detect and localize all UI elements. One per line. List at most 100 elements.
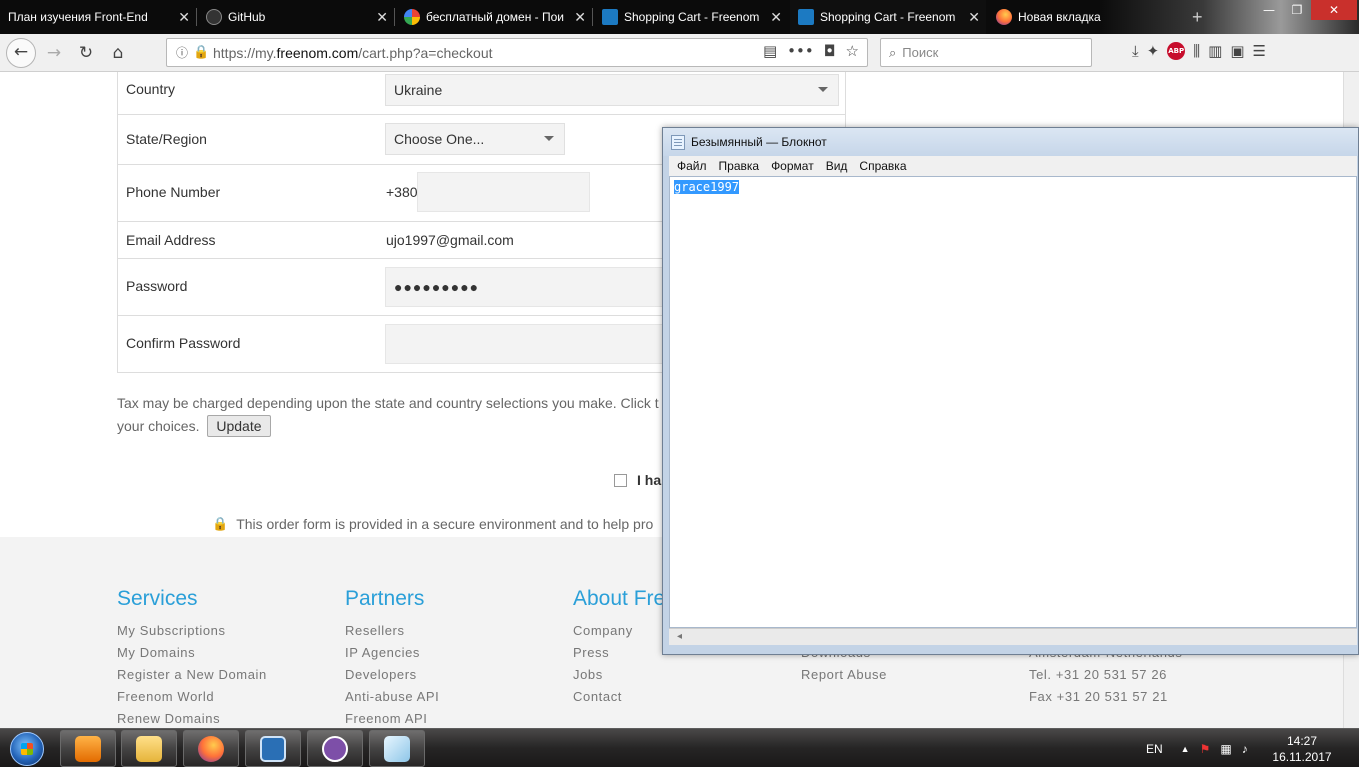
close-tab-icon[interactable]: ✕	[376, 9, 388, 26]
confirm-password-label: Confirm Password	[126, 335, 241, 351]
tab-google-search[interactable]: бесплатный домен - Пои ✕	[396, 0, 592, 34]
footer-link[interactable]: Press	[573, 642, 665, 664]
new-tab-button[interactable]: +	[1184, 0, 1210, 34]
adblock-plus-icon[interactable]: ABP	[1167, 42, 1186, 60]
agree-terms[interactable]: I ha	[614, 472, 661, 488]
window-controls: — ❐ ✕	[1255, 0, 1357, 20]
tab-front-end-plan[interactable]: План изучения Front-End ✕	[0, 0, 196, 34]
footer-link[interactable]: Register a New Domain	[117, 664, 267, 686]
download-icon[interactable]: ⤓	[1132, 42, 1139, 60]
menu-file[interactable]: Файл	[671, 156, 713, 176]
network-icon[interactable]: ▦	[1220, 742, 1231, 756]
close-tab-icon[interactable]: ✕	[968, 9, 980, 26]
pocket-icon[interactable]: ◘	[824, 42, 836, 60]
minimize-icon[interactable]: —	[1255, 0, 1283, 20]
taskbar-brackets[interactable]	[245, 730, 301, 767]
footer-link[interactable]: Report Abuse	[801, 664, 887, 686]
footer-fax: Fax +31 20 531 57 21	[1029, 689, 1168, 704]
tab-title: GitHub	[228, 10, 266, 24]
menu-help[interactable]: Справка	[853, 156, 912, 176]
state-select[interactable]: Choose One...	[385, 123, 565, 155]
tax-note-text: Tax may be charged depending upon the st…	[117, 395, 659, 411]
back-arrow-icon[interactable]: ←	[6, 38, 36, 68]
home-icon[interactable]: ⌂	[104, 40, 132, 66]
url-text: https://my.freenom.com/cart.php?a=checko…	[213, 44, 493, 61]
footer-link[interactable]: Company	[573, 620, 665, 642]
footer-link[interactable]: Freenom World	[117, 686, 267, 708]
secure-lock-icon[interactable]: 🔒	[193, 45, 211, 60]
taskbar-notepad[interactable]	[369, 730, 425, 767]
footer-link[interactable]: Jobs	[573, 664, 665, 686]
firefox-icon	[996, 9, 1012, 25]
state-label: State/Region	[126, 131, 207, 147]
maximize-icon[interactable]: ❐	[1283, 0, 1311, 20]
footer-heading: Partners	[345, 587, 425, 610]
library-icon[interactable]: ⫼	[1193, 42, 1200, 60]
notepad-title: Безымянный — Блокнот	[691, 135, 827, 149]
close-tab-icon[interactable]: ✕	[770, 9, 782, 26]
footer-link[interactable]: Anti-abuse API	[345, 686, 439, 708]
system-tray: EN ▲ ⚑ ▦ ♪	[1146, 729, 1248, 768]
bookmark-star-icon[interactable]: ☆	[846, 42, 859, 60]
email-value: ujo1997@gmail.com	[386, 232, 514, 248]
search-placeholder: Поиск	[902, 45, 939, 60]
sidebar-icon[interactable]: ▥	[1208, 42, 1222, 60]
tab-shopping-cart-2[interactable]: Shopping Cart - Freenom ✕	[790, 0, 986, 34]
start-button[interactable]	[2, 730, 52, 767]
reader-view-icon[interactable]: ▤	[763, 42, 777, 60]
volume-icon[interactable]: ♪	[1242, 742, 1248, 756]
footer-link[interactable]: Resellers	[345, 620, 439, 642]
phone-prefix: +380	[386, 184, 418, 200]
page-actions-icon[interactable]: •••	[787, 42, 814, 60]
close-tab-icon[interactable]: ✕	[178, 9, 190, 26]
tab-title: Shopping Cart - Freenom	[624, 10, 760, 24]
s3-extension-icon[interactable]: ▣	[1230, 42, 1244, 60]
firefox-icon	[198, 735, 224, 762]
google-icon	[404, 9, 420, 25]
secure-text: This order form is provided in a secure …	[236, 516, 654, 532]
language-indicator[interactable]: EN	[1146, 742, 1163, 756]
taskbar-firefox[interactable]	[183, 730, 239, 767]
action-center-icon[interactable]: ⚑	[1200, 742, 1211, 756]
notepad-horizontal-scrollbar[interactable]: ◂	[669, 628, 1357, 645]
footer-link[interactable]: Freenom API	[345, 708, 439, 728]
show-hidden-icons[interactable]: ▲	[1181, 744, 1190, 754]
menu-icon[interactable]: ☰	[1253, 42, 1266, 60]
notepad-text-area[interactable]: grace1997	[669, 176, 1357, 628]
country-select[interactable]: Ukraine	[385, 74, 839, 106]
footer-link[interactable]: Contact	[573, 686, 665, 708]
github-desktop-icon	[322, 735, 348, 762]
taskbar-github-desktop[interactable]	[307, 730, 363, 767]
address-bar[interactable]: ⓘ 🔒 https://my.freenom.com/cart.php?a=ch…	[166, 38, 868, 67]
agree-checkbox[interactable]	[614, 473, 627, 487]
menu-edit[interactable]: Правка	[713, 156, 766, 176]
footer-link[interactable]: My Subscriptions	[117, 620, 267, 642]
search-bar[interactable]: ⌕ Поиск	[880, 38, 1092, 67]
footer-link[interactable]: IP Agencies	[345, 642, 439, 664]
reload-icon[interactable]: ↻	[72, 40, 100, 66]
notepad-menu-bar: Файл Правка Формат Вид Справка	[669, 156, 1357, 176]
footer-link[interactable]: Renew Domains	[117, 708, 267, 728]
close-window-icon[interactable]: ✕	[1311, 0, 1357, 20]
taskbar-media-player[interactable]	[60, 730, 116, 767]
taskbar-explorer[interactable]	[121, 730, 177, 767]
clock[interactable]: 14:27 16.11.2017	[1262, 733, 1342, 765]
update-button[interactable]: Update	[207, 415, 271, 437]
freenom-icon	[602, 9, 618, 25]
footer-link[interactable]: Developers	[345, 664, 439, 686]
menu-view[interactable]: Вид	[820, 156, 854, 176]
menu-format[interactable]: Формат	[765, 156, 820, 176]
chevron-down-icon	[544, 136, 554, 141]
site-info-icon[interactable]: ⓘ	[171, 44, 193, 61]
extension-icon[interactable]: ✦	[1147, 42, 1160, 60]
tab-github[interactable]: GitHub ✕	[198, 0, 394, 34]
clock-time: 14:27	[1286, 734, 1318, 748]
phone-input[interactable]	[417, 172, 590, 212]
folder-icon	[136, 735, 162, 762]
close-tab-icon[interactable]: ✕	[574, 9, 586, 26]
footer-link[interactable]: My Domains	[117, 642, 267, 664]
tab-new-tab[interactable]: Новая вкладка	[988, 0, 1180, 34]
notepad-title-bar[interactable]: Безымянный — Блокнот	[663, 128, 1358, 156]
forward-arrow-icon[interactable]: →	[40, 40, 68, 66]
tab-shopping-cart-1[interactable]: Shopping Cart - Freenom ✕	[594, 0, 788, 34]
